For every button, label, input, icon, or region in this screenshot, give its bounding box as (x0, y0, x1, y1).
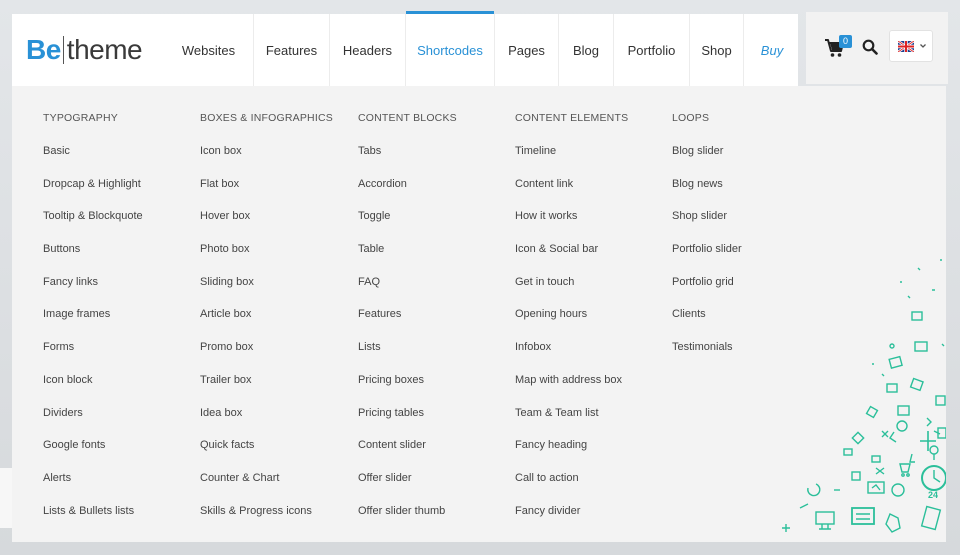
header-tools: 0 (806, 12, 948, 84)
column-heading: LOOPS (672, 112, 710, 124)
menu-link[interactable]: Skills & Progress icons (200, 503, 360, 536)
logo-part-theme: theme (66, 34, 143, 65)
menu-link[interactable]: Article box (200, 306, 360, 339)
nav-label: Blog (572, 42, 600, 58)
menu-link[interactable]: Blog slider (672, 143, 822, 176)
nav-label: Pages (508, 42, 545, 58)
nav-label: Shortcodes (417, 42, 483, 58)
menu-link[interactable]: Blog news (672, 176, 822, 209)
menu-link[interactable]: Icon block (43, 372, 193, 405)
shortcodes-mega-menu: TYPOGRAPHY Basic Dropcap & Highlight Toolt… (12, 86, 946, 542)
nav-pages[interactable]: Pages (495, 14, 559, 86)
column-heading: BOXES & INFOGRAPHICS (200, 112, 333, 124)
menu-link[interactable]: Infobox (515, 339, 665, 372)
nav-label: Buy (760, 42, 784, 58)
menu-link[interactable]: Trailer box (200, 372, 360, 405)
menu-link[interactable]: Promo box (200, 339, 360, 372)
menu-link[interactable]: Opening hours (515, 306, 665, 339)
menu-link[interactable]: Timeline (515, 143, 665, 176)
search-icon[interactable] (862, 39, 878, 55)
menu-link[interactable]: Call to action (515, 470, 665, 503)
logo-divider (62, 36, 64, 64)
header-bar: Be theme Websites Features Headers Short… (12, 11, 800, 86)
menu-link[interactable]: Basic (43, 143, 193, 176)
menu-link[interactable]: Quick facts (200, 437, 360, 470)
menu-link[interactable]: Dropcap & Highlight (43, 176, 193, 209)
nav-websites[interactable]: Websites (164, 14, 254, 86)
menu-link[interactable]: FAQ (358, 274, 508, 307)
column-list: Icon box Flat box Hover box Photo box Slidin… (200, 143, 360, 535)
logo-part-be: Be (26, 34, 61, 65)
nav-shop[interactable]: Shop (690, 14, 744, 86)
uk-flag-icon (898, 41, 914, 52)
menu-link[interactable]: Forms (43, 339, 193, 372)
nav-buy[interactable]: Buy (744, 14, 800, 86)
main-nav: Websites Features Headers Shortcodes Pag… (164, 11, 800, 86)
site-logo[interactable]: Be theme (26, 34, 143, 66)
nav-headers[interactable]: Headers (330, 14, 406, 86)
nav-portfolio[interactable]: Portfolio (614, 14, 690, 86)
menu-column-boxes-infographics: BOXES & INFOGRAPHICS Icon box Flat box Hov… (200, 110, 360, 535)
menu-link[interactable]: Lists & Bullets lists (43, 503, 193, 536)
column-list: Timeline Content link How it works Icon & S… (515, 143, 665, 535)
menu-link[interactable]: Get in touch (515, 274, 665, 307)
menu-link[interactable]: Photo box (200, 241, 360, 274)
menu-link[interactable]: Shop slider (672, 208, 822, 241)
menu-link[interactable]: Icon box (200, 143, 360, 176)
menu-link[interactable]: Toggle (358, 208, 508, 241)
menu-link[interactable]: Lists (358, 339, 508, 372)
menu-link[interactable]: Content slider (358, 437, 508, 470)
menu-link[interactable]: Table (358, 241, 508, 274)
nav-label: Headers (342, 42, 393, 58)
scattered-icons-decoration: 24 (782, 259, 946, 533)
menu-link[interactable]: Content link (515, 176, 665, 209)
menu-link[interactable]: Fancy heading (515, 437, 665, 470)
menu-link[interactable]: Accordion (358, 176, 508, 209)
menu-link[interactable]: Dividers (43, 405, 193, 438)
menu-link[interactable]: Fancy links (43, 274, 193, 307)
nav-features[interactable]: Features (254, 14, 330, 86)
menu-link[interactable]: Icon & Social bar (515, 241, 665, 274)
menu-link[interactable]: Offer slider (358, 470, 508, 503)
menu-link[interactable]: Idea box (200, 405, 360, 438)
column-list: Basic Dropcap & Highlight Tooltip & Blockq… (43, 143, 193, 535)
column-heading: CONTENT BLOCKS (358, 112, 457, 124)
menu-link[interactable]: Pricing tables (358, 405, 508, 438)
menu-link[interactable]: Tooltip & Blockquote (43, 208, 193, 241)
menu-link[interactable]: Sliding box (200, 274, 360, 307)
menu-link[interactable]: Pricing boxes (358, 372, 508, 405)
menu-link[interactable]: Map with address box (515, 372, 665, 405)
cart-count-badge: 0 (839, 35, 852, 48)
column-heading: CONTENT ELEMENTS (515, 112, 629, 124)
menu-link[interactable]: Team & Team list (515, 405, 665, 438)
menu-column-typography: TYPOGRAPHY Basic Dropcap & Highlight Toolt… (43, 110, 193, 535)
background-edge (0, 468, 12, 528)
menu-link[interactable]: Fancy divider (515, 503, 665, 536)
language-selector[interactable] (889, 30, 933, 62)
chevron-down-icon (920, 44, 926, 48)
menu-link[interactable]: Flat box (200, 176, 360, 209)
menu-link[interactable]: Google fonts (43, 437, 193, 470)
menu-link[interactable]: Image frames (43, 306, 193, 339)
menu-column-content-blocks: CONTENT BLOCKS Tabs Accordion Toggle Table F… (358, 110, 508, 535)
menu-link[interactable]: Features (358, 306, 508, 339)
nav-shortcodes[interactable]: Shortcodes (406, 11, 495, 86)
nav-label: Portfolio (627, 42, 676, 58)
menu-column-content-elements: CONTENT ELEMENTS Timeline Content link How… (515, 110, 665, 535)
menu-link[interactable]: Counter & Chart (200, 470, 360, 503)
menu-link[interactable]: Hover box (200, 208, 360, 241)
column-list: Tabs Accordion Toggle Table FAQ Features Lists… (358, 143, 508, 535)
nav-label: Features (265, 42, 318, 58)
menu-link[interactable]: Alerts (43, 470, 193, 503)
nav-label: Shop (701, 42, 732, 58)
nav-blog[interactable]: Blog (559, 14, 614, 86)
menu-link[interactable]: Buttons (43, 241, 193, 274)
column-heading: TYPOGRAPHY (43, 112, 118, 124)
menu-link[interactable]: How it works (515, 208, 665, 241)
clock-number: 24 (928, 490, 938, 500)
menu-link[interactable]: Tabs (358, 143, 508, 176)
menu-link[interactable]: Offer slider thumb (358, 503, 508, 536)
nav-label: Websites (181, 42, 236, 58)
